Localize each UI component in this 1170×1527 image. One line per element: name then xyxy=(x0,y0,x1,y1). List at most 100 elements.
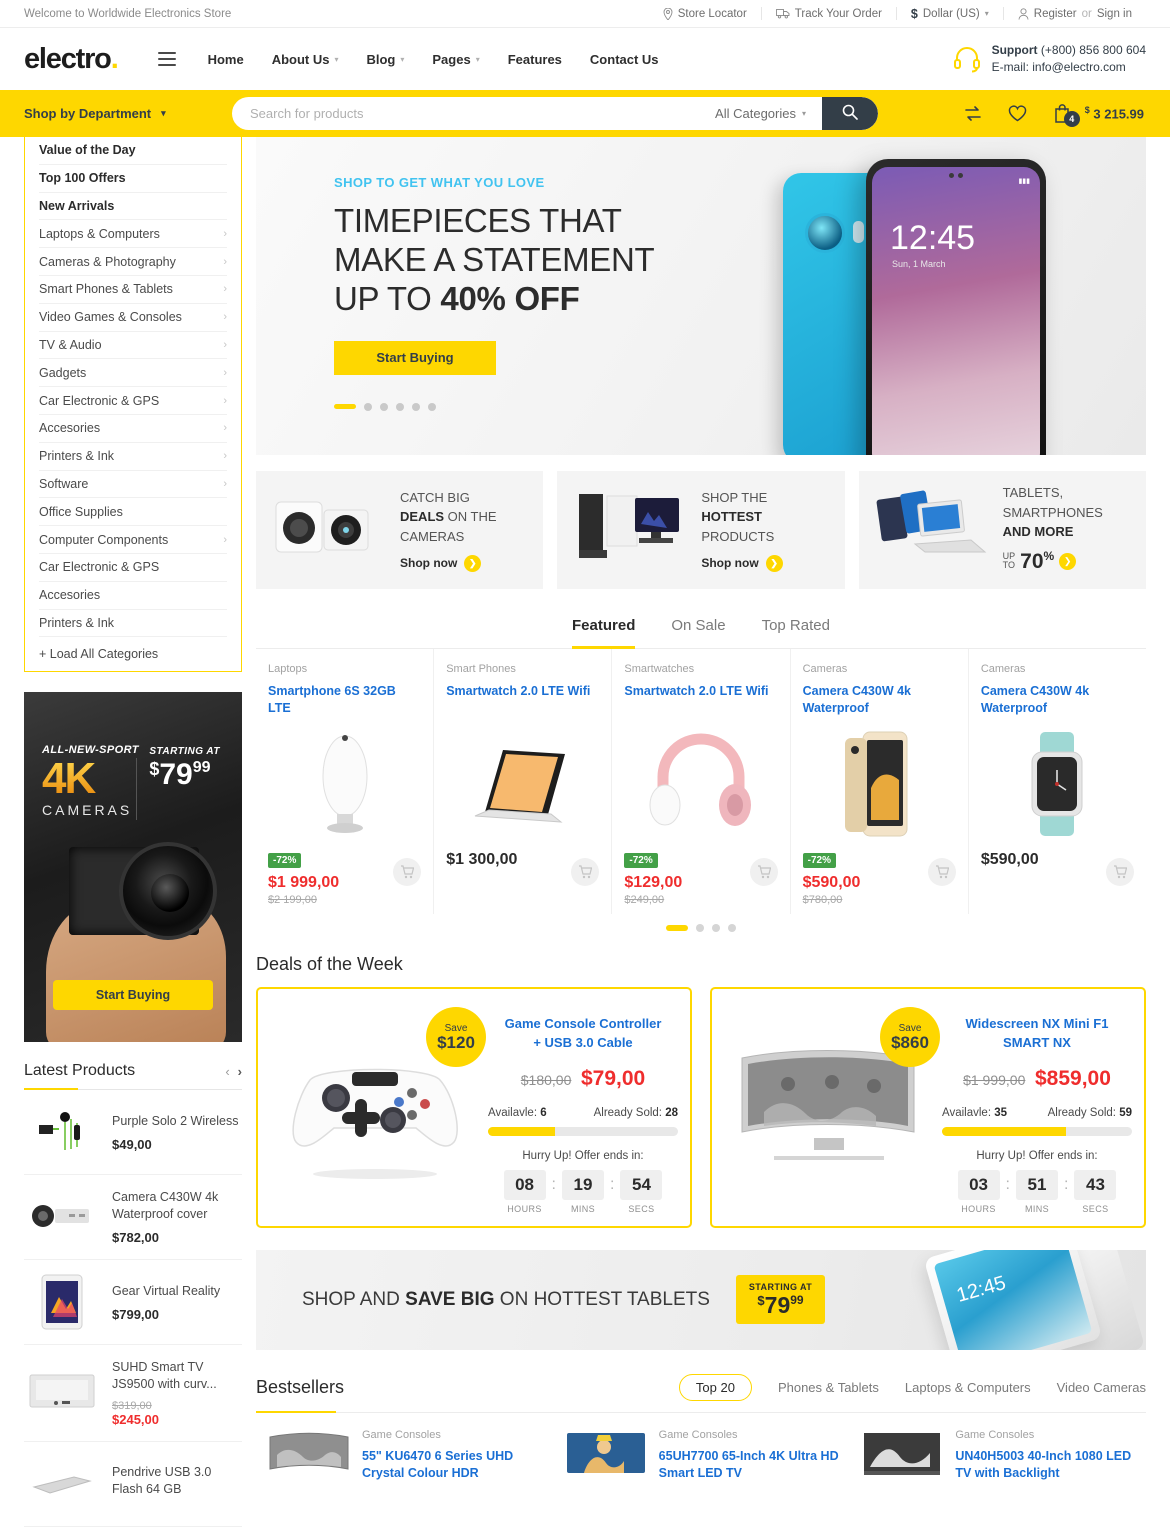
category-item-tv-audio[interactable]: TV & Audio › xyxy=(39,332,227,360)
tab-top-rated[interactable]: Top Rated xyxy=(762,617,830,636)
list-item[interactable]: Purple Solo 2 Wireless $49,00 xyxy=(24,1090,242,1176)
tab-laptops-computers[interactable]: Laptops & Computers xyxy=(905,1380,1031,1395)
list-item[interactable]: Camera C430W 4k Waterproof cover $782,00 xyxy=(24,1175,242,1261)
category-item-new-arrivals[interactable]: New Arrivals xyxy=(39,193,227,221)
deal-card[interactable]: Save $860 Widescreen NX Mini F1 SMART NX… xyxy=(710,987,1146,1228)
search-button[interactable] xyxy=(822,97,878,130)
deal-card[interactable]: Save $120 Game Console Controller + USB … xyxy=(256,987,692,1228)
category-item-top-100-offers[interactable]: Top 100 Offers xyxy=(39,165,227,193)
category-item-value-of-the-day[interactable]: Value of the Day xyxy=(39,137,227,165)
carousel-dot-6[interactable] xyxy=(428,402,436,411)
nav-item-pages[interactable]: Pages ▾ xyxy=(432,52,479,67)
search-input[interactable] xyxy=(232,97,700,130)
tab-phones-tablets[interactable]: Phones & Tablets xyxy=(778,1380,879,1395)
nav-item-blog[interactable]: Blog ▾ xyxy=(366,52,404,67)
bestseller-card[interactable]: Game Consoles 65UH7700 65-Inch 4K Ultra … xyxy=(553,1413,850,1483)
tab-featured[interactable]: Featured xyxy=(572,617,636,649)
tablet-promo-banner[interactable]: SHOP AND SAVE BIG ON HOTTEST TABLETS STA… xyxy=(256,1249,1146,1350)
bestseller-card[interactable]: Game Consoles UN40H5003 40-Inch 1080 LED… xyxy=(849,1413,1146,1483)
all-categories-dropdown[interactable]: All Categories ▾ xyxy=(699,106,822,121)
tab-on-sale[interactable]: On Sale xyxy=(671,617,725,636)
product-name[interactable]: Camera C430W 4k Waterproof xyxy=(981,683,1134,717)
promo-banner-tablets[interactable]: TABLETS, SMARTPHONES AND MORE UP TO 70% … xyxy=(858,471,1146,589)
category-item-printers-ink-2[interactable]: Printers & Ink xyxy=(39,610,227,638)
product-name[interactable]: 55" KU6470 6 Series UHD Crystal Colour H… xyxy=(362,1448,543,1483)
category-item-smart-phones-tablets[interactable]: Smart Phones & Tablets › xyxy=(39,276,227,304)
chevron-right-icon: › xyxy=(223,283,227,296)
category-item-software[interactable]: Software › xyxy=(39,471,227,499)
tab-video-cameras[interactable]: Video Cameras xyxy=(1057,1380,1146,1395)
track-order-link[interactable]: Track Your Order xyxy=(760,7,896,20)
product-name[interactable]: Smartwatch 2.0 LTE Wifi xyxy=(446,683,599,717)
list-item[interactable]: Gear Virtual Reality $799,00 xyxy=(24,1260,242,1346)
category-item-laptops-computers[interactable]: Laptops & Computers › xyxy=(39,220,227,249)
category-item-car-electronic-gps[interactable]: Car Electronic & GPS › xyxy=(39,387,227,415)
nav-item-contact-us[interactable]: Contact Us xyxy=(590,52,659,67)
store-locator-link[interactable]: Store Locator xyxy=(649,7,761,20)
next-arrow-icon[interactable]: › xyxy=(238,1064,242,1079)
category-item-cameras-photography[interactable]: Cameras & Photography › xyxy=(39,248,227,276)
carousel-dot-4[interactable] xyxy=(396,402,404,411)
add-to-cart-button[interactable] xyxy=(571,858,600,886)
register-link[interactable]: Register xyxy=(1034,8,1077,20)
wishlist-heart-icon[interactable] xyxy=(1008,105,1027,122)
product-card[interactable]: Smartwatches Smartwatch 2.0 LTE Wifi -72… xyxy=(612,649,791,914)
carousel-dot-3[interactable] xyxy=(380,402,388,411)
promo-banner-hottest[interactable]: SHOP THE HOTTEST PRODUCTS Shop now ❯ xyxy=(557,471,845,589)
add-to-cart-button[interactable] xyxy=(393,858,422,886)
promo-shop-now[interactable]: Shop now ❯ xyxy=(400,554,497,572)
category-item-printers-ink[interactable]: Printers & Ink › xyxy=(39,443,227,471)
product-name[interactable]: UN40H5003 40-Inch 1080 LED TV with Backl… xyxy=(955,1448,1136,1483)
nav-item-features[interactable]: Features xyxy=(508,52,562,67)
account-links[interactable]: Register or Sign in xyxy=(1002,7,1146,20)
nav-item-about-us[interactable]: About Us ▾ xyxy=(272,52,339,67)
add-to-cart-button[interactable] xyxy=(927,858,956,886)
product-card[interactable]: Smart Phones Smartwatch 2.0 LTE Wifi $1 … xyxy=(434,649,613,914)
carousel-dot-1[interactable] xyxy=(666,925,688,931)
carousel-dot-5[interactable] xyxy=(412,402,420,411)
product-card[interactable]: Laptops Smartphone 6S 32GB LTE -72% $1 9… xyxy=(256,649,435,914)
promo-banner-cameras[interactable]: CATCH BIG DEALS ON THE CAMERAS Shop now … xyxy=(256,471,544,589)
product-card[interactable]: Cameras Camera C430W 4k Waterproof $590,… xyxy=(969,649,1146,914)
product-card[interactable]: Cameras Camera C430W 4k Waterproof -72% … xyxy=(791,649,969,914)
product-name[interactable]: Smartphone 6S 32GB LTE xyxy=(268,683,421,717)
currency-selector[interactable]: $ Dollar (US) ▾ xyxy=(895,7,1003,21)
signin-link[interactable]: Sign in xyxy=(1097,8,1132,20)
hero-carousel[interactable]: ▮▮▮ 12:45 Sun, 1 March SHOP TO GET WHAT … xyxy=(256,137,1146,455)
category-item-accesories-2[interactable]: Accesories xyxy=(39,582,227,610)
bestseller-card[interactable]: Game Consoles 55" KU6470 6 Series UHD Cr… xyxy=(256,1413,553,1483)
category-item-gadgets[interactable]: Gadgets › xyxy=(39,359,227,388)
category-item-car-electronic-gps-2[interactable]: Car Electronic & GPS xyxy=(39,554,227,582)
hamburger-menu-icon[interactable] xyxy=(157,52,176,66)
deal-product-name[interactable]: Widescreen NX Mini F1 SMART NX xyxy=(942,1015,1132,1053)
product-name[interactable]: Camera C430W 4k Waterproof xyxy=(803,683,956,717)
category-item-office-supplies[interactable]: Office Supplies xyxy=(39,498,227,527)
product-name[interactable]: 65UH7700 65-Inch 4K Ultra HD Smart LED T… xyxy=(659,1448,840,1483)
tab-top-20[interactable]: Top 20 xyxy=(678,1373,752,1401)
category-item-accesories[interactable]: Accesories › xyxy=(39,415,227,443)
promo-start-buying-button[interactable]: Start Buying xyxy=(53,980,213,1011)
logo[interactable]: electro. xyxy=(24,43,119,76)
list-item[interactable]: SUHD Smart TV JS9500 with curv... $319,0… xyxy=(24,1345,242,1443)
category-item-computer-components[interactable]: Computer Components › xyxy=(39,526,227,554)
carousel-dot-3[interactable] xyxy=(712,924,720,932)
deal-product-name[interactable]: Game Console Controller + USB 3.0 Cable xyxy=(488,1015,678,1053)
add-to-cart-button[interactable] xyxy=(749,858,778,886)
carousel-dot-2[interactable] xyxy=(364,402,372,411)
carousel-dot-2[interactable] xyxy=(696,924,704,932)
prev-arrow-icon[interactable]: ‹ xyxy=(225,1064,229,1079)
nav-item-home[interactable]: Home xyxy=(208,52,244,67)
compare-icon[interactable] xyxy=(964,105,982,122)
sidebar-promo-4k-cameras[interactable]: ALL-NEW-SPORT 4K CAMERAS STARTING AT $79… xyxy=(24,692,242,1043)
category-item-video-games-consoles[interactable]: Video Games & Consoles › xyxy=(39,304,227,332)
carousel-dot-4[interactable] xyxy=(728,924,736,932)
list-item[interactable]: Pendrive USB 3.0 Flash 64 GB xyxy=(24,1442,242,1527)
cart-widget[interactable]: 4 $ 3 215.99 xyxy=(1053,103,1144,127)
hero-start-buying-button[interactable]: Start Buying xyxy=(334,340,496,375)
product-name[interactable]: Smartwatch 2.0 LTE Wifi xyxy=(624,683,777,717)
add-to-cart-button[interactable] xyxy=(1106,858,1135,886)
shop-by-department-button[interactable]: Shop by Department ▾ xyxy=(24,106,232,121)
promo-shop-now[interactable]: Shop now ❯ xyxy=(701,554,783,572)
carousel-dot-1[interactable] xyxy=(334,404,356,410)
load-all-categories-link[interactable]: + Load All Categories xyxy=(39,637,227,671)
